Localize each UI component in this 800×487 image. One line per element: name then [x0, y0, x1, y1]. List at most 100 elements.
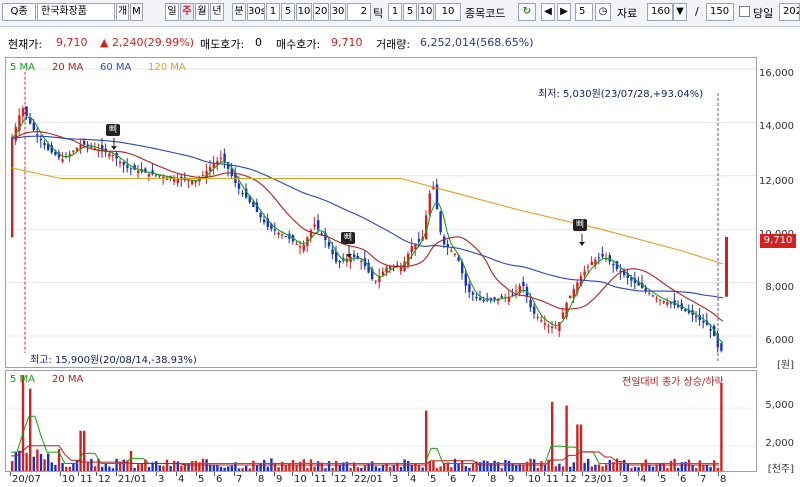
x-tick-mark	[678, 472, 679, 476]
candle-body	[119, 161, 122, 163]
m-button[interactable]: M	[130, 3, 143, 21]
period-week-button[interactable]: 주	[180, 3, 194, 21]
volume-bar	[511, 462, 514, 471]
volume-bar	[122, 459, 125, 471]
candle-body	[410, 246, 413, 253]
triangle-right-icon: ▶	[560, 6, 568, 17]
volume-bar	[651, 466, 655, 471]
volume-bar	[561, 466, 565, 471]
code-label: 종목코드	[465, 7, 506, 20]
next-button[interactable]: ▶	[557, 3, 571, 21]
volume-bar	[65, 466, 68, 471]
x-tick-mark	[78, 472, 79, 476]
volume-bar	[637, 467, 640, 471]
candle-body	[471, 292, 475, 295]
minute-30-button[interactable]: 30	[330, 3, 346, 21]
volume-bar	[219, 466, 223, 471]
price-unit-label: [원]	[776, 360, 794, 371]
tick-1-button[interactable]: 1	[388, 3, 402, 21]
x-tick-mark	[312, 472, 313, 476]
count-input[interactable]: 5	[575, 3, 593, 21]
x-tick: 10	[62, 474, 75, 485]
candle-body	[173, 178, 176, 182]
refresh-button[interactable]: ↻	[518, 3, 536, 21]
legend-ma120: 120 MA	[148, 62, 186, 73]
candle-body	[385, 267, 388, 273]
minute-select[interactable]: 30s	[247, 3, 265, 21]
candle-body	[61, 159, 64, 162]
tick-10-button[interactable]: 10	[418, 3, 434, 21]
candle-body	[111, 155, 115, 157]
period-month-button[interactable]: 월	[195, 3, 209, 21]
period-year-button[interactable]: 년	[210, 3, 224, 21]
volume-bar	[417, 464, 421, 471]
candle-body	[277, 232, 280, 235]
volume-bar	[439, 466, 442, 471]
candle-body	[529, 299, 532, 308]
period-day-button[interactable]: 일	[165, 3, 179, 21]
volume-bar	[29, 388, 32, 471]
vol-ma5-line	[11, 415, 719, 464]
ge-button[interactable]: 개	[116, 3, 129, 21]
volume-bar	[259, 462, 262, 471]
candle-body	[464, 273, 467, 286]
volume-bar	[79, 430, 82, 471]
volume-bar	[360, 467, 363, 471]
tick-10b-button[interactable]: 10	[435, 3, 461, 21]
period-minute-button[interactable]: 분	[232, 3, 246, 21]
candle-body	[648, 293, 651, 295]
candle-body	[666, 302, 669, 305]
stock-search-button[interactable]: Q종	[2, 3, 36, 21]
volume-bar	[115, 458, 118, 471]
volume-bar	[21, 375, 25, 471]
prev-button[interactable]: ◀	[541, 3, 555, 21]
x-tick: 10	[528, 474, 541, 485]
volume-bar	[468, 467, 471, 471]
volume-bar	[47, 453, 50, 471]
volume-bar	[507, 460, 511, 471]
volume-bar	[389, 466, 392, 471]
candle-body	[29, 118, 32, 124]
volume-bar	[147, 466, 151, 471]
data-count-dropdown[interactable]: ▼	[673, 3, 687, 21]
x-tick-mark	[274, 472, 275, 476]
tick-count-input[interactable]: 2	[347, 3, 371, 21]
total-count-field[interactable]: 150	[706, 3, 734, 21]
day-checkbox[interactable]	[739, 6, 750, 17]
candle-body	[450, 250, 453, 252]
candle-body	[551, 326, 554, 329]
volume-bar	[111, 468, 115, 471]
date-input[interactable]: 202	[779, 3, 800, 21]
data-count-input[interactable]: 160	[647, 3, 673, 21]
candle-body	[612, 263, 615, 266]
candle-body	[583, 271, 586, 276]
x-tick-mark	[638, 472, 639, 476]
volume-bar	[212, 465, 215, 471]
candle-body	[428, 193, 431, 215]
candle-body	[191, 180, 194, 185]
volume-bar	[381, 465, 385, 471]
up-arrow-icon: ▲	[100, 36, 109, 49]
high-annotation: 최고: 15,900원(20/08/14,-38.93%)	[30, 355, 197, 366]
x-tick-mark	[214, 472, 215, 476]
candle-body	[263, 219, 266, 223]
x-tick-mark	[526, 472, 527, 476]
minute-10-button[interactable]: 10	[296, 3, 312, 21]
price-chart-panel[interactable]	[5, 57, 757, 368]
tick-5-button[interactable]: 5	[403, 3, 417, 21]
volume-bar	[698, 460, 701, 471]
volume-bar	[169, 465, 172, 471]
volume-bar	[216, 465, 219, 471]
stock-name-field[interactable]: 한국화장품	[37, 3, 115, 21]
candle-body	[554, 327, 557, 329]
minute-1-button[interactable]: 1	[266, 3, 280, 21]
candle-body	[443, 236, 446, 245]
minute-5-button[interactable]: 5	[281, 3, 295, 21]
volume-bar	[50, 462, 53, 471]
minute-20-button[interactable]: 20	[313, 3, 329, 21]
candle-body	[547, 325, 550, 327]
x-tick: 8	[720, 474, 727, 485]
volume-bar	[313, 466, 316, 471]
x-tick: 5	[198, 474, 205, 485]
clock-button[interactable]: ◷	[595, 3, 611, 21]
